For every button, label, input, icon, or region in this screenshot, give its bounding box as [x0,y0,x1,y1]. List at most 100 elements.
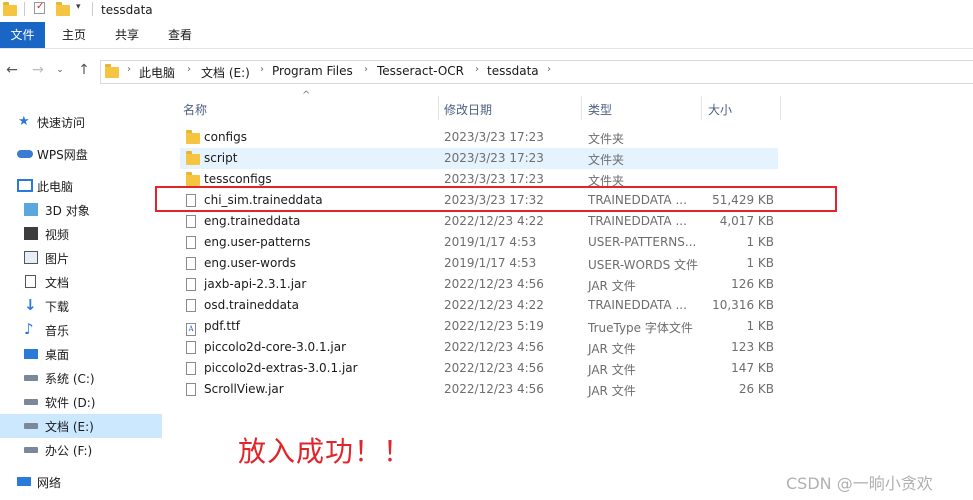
column-divider[interactable] [581,96,582,120]
file-type: JAR 文件 [588,363,636,377]
sidebar-item-network[interactable]: 网络 [0,470,162,494]
sidebar-item-drive-e[interactable]: 文档 (E:) [0,414,162,438]
breadcrumb-separator-icon[interactable]: › [127,64,131,75]
folder-icon [186,151,200,166]
file-type: JAR 文件 [588,342,636,356]
download-icon: ↓ [24,296,37,314]
sidebar-item-label: 办公 (F:) [45,444,93,458]
sidebar-item-label: 图片 [45,252,70,266]
tab-view[interactable]: 查看 [160,22,200,48]
sidebar-item-videos[interactable]: 视频 [0,222,162,246]
file-row[interactable]: eng.user-words 2019/1/17 4:53 USER-WORDS… [180,253,778,274]
file-row[interactable]: eng.traineddata 2022/12/23 4:22 TRAINEDD… [180,211,778,232]
column-header-name[interactable]: 名称 [183,100,207,120]
file-row[interactable]: ScrollView.jar 2022/12/23 4:56 JAR 文件 26… [180,379,778,400]
breadcrumb-separator-icon[interactable]: › [364,64,368,75]
breadcrumb-tessdata[interactable]: tessdata [487,64,539,78]
up-arrow-icon[interactable]: ↑ [76,62,92,78]
file-type: USER-WORDS 文件 [588,258,698,272]
column-header-date[interactable]: 修改日期 [444,100,492,120]
sidebar-item-wps-drive[interactable]: WPS网盘 [0,142,162,166]
properties-icon[interactable]: ✓ [34,1,45,14]
sidebar-item-desktop[interactable]: 桌面 [0,342,162,366]
breadcrumb-this-pc[interactable]: 此电脑 [139,64,175,81]
file-row[interactable]: jaxb-api-2.3.1.jar 2022/12/23 4:56 JAR 文… [180,274,778,295]
file-row[interactable]: script 2023/3/23 17:23 文件夹 [180,148,778,169]
column-divider[interactable] [701,96,702,120]
divider [92,2,93,16]
file-date: 2023/3/23 17:23 [444,151,544,165]
file-name: eng.user-words [204,256,296,270]
computer-icon [17,179,33,192]
breadcrumb-separator-icon[interactable]: › [475,64,479,75]
sidebar-item-label: 桌面 [45,348,70,362]
sidebar-item-drive-d[interactable]: 软件 (D:) [0,390,162,414]
file-name: configs [204,130,247,144]
breadcrumb-drive-e[interactable]: 文档 (E:) [201,64,250,81]
new-folder-icon[interactable] [56,2,70,16]
watermark: CSDN @一晌小贪欢 [786,474,933,493]
file-date: 2023/3/23 17:23 [444,172,544,186]
file-icon [186,299,196,315]
file-type: 文件夹 [588,153,625,167]
file-row[interactable]: eng.user-patterns 2019/1/17 4:53 USER-PA… [180,232,778,253]
sidebar-item-label: WPS网盘 [37,148,88,162]
sidebar-item-3d-objects[interactable]: 3D 对象 [0,198,162,222]
tab-file[interactable]: 文件 [0,22,45,48]
sidebar-item-drive-c[interactable]: 系统 (C:) [0,366,162,390]
sidebar-item-label: 文档 (E:) [45,420,94,434]
file-type: 文件夹 [588,132,625,146]
tab-share[interactable]: 共享 [107,22,147,48]
back-arrow-icon[interactable]: ← [4,62,20,78]
recent-locations-chevron-icon[interactable]: ⌄ [52,62,68,78]
column-header-type[interactable]: 类型 [588,100,612,120]
sidebar-item-music[interactable]: ♪ 音乐 [0,318,162,342]
music-icon: ♪ [24,320,34,338]
column-divider[interactable] [438,96,439,120]
customize-toolbar-icon[interactable]: ▾ [76,2,81,12]
file-row[interactable]: A pdf.ttf 2022/12/23 5:19 TrueType 字体文件 … [180,316,778,337]
breadcrumb-separator-icon[interactable]: › [547,64,551,75]
column-header-size[interactable]: 大小 [708,100,732,120]
sidebar-item-label: 下载 [45,300,70,314]
file-name: tessconfigs [204,172,272,186]
font-file-icon: A [186,320,196,336]
file-row[interactable]: piccolo2d-extras-3.0.1.jar 2022/12/23 4:… [180,358,778,379]
file-icon [186,341,196,357]
file-date: 2019/1/17 4:53 [444,235,537,249]
breadcrumb-tesseract-ocr[interactable]: Tesseract-OCR [377,64,464,78]
file-date: 2022/12/23 4:56 [444,361,544,375]
address-bar[interactable]: › 此电脑 › 文档 (E:) › Program Files › Tesser… [100,60,973,84]
sidebar-item-drive-f[interactable]: 办公 (F:) [0,438,162,462]
sidebar-item-downloads[interactable]: ↓ 下载 [0,294,162,318]
sidebar-item-quick-access[interactable]: ★ 快速访问 [0,110,162,134]
file-date: 2019/1/17 4:53 [444,256,537,270]
document-icon [25,275,36,288]
success-annotation: 放入成功！！ [238,435,413,468]
file-type: JAR 文件 [588,279,636,293]
cloud-icon [17,150,33,158]
sidebar-item-label: 音乐 [45,324,70,338]
file-type: TRAINEDDATA ... [588,298,687,312]
forward-arrow-icon[interactable]: → [30,62,46,78]
sidebar-item-label: 软件 (D:) [45,396,96,410]
column-divider[interactable] [780,96,781,120]
breadcrumb-separator-icon[interactable]: › [260,64,264,75]
file-row[interactable]: osd.traineddata 2022/12/23 4:22 TRAINEDD… [180,295,778,316]
file-icon [186,278,196,294]
sidebar-item-documents[interactable]: 文档 [0,270,162,294]
drive-icon [24,375,38,381]
sidebar-item-label: 文档 [45,276,70,290]
drive-icon [24,423,38,429]
ribbon-tabs: 文件 主页 共享 查看 [0,22,973,49]
file-row[interactable]: configs 2023/3/23 17:23 文件夹 [180,127,778,148]
tab-home[interactable]: 主页 [54,22,94,48]
file-date: 2022/12/23 4:56 [444,382,544,396]
file-row[interactable]: piccolo2d-core-3.0.1.jar 2022/12/23 4:56… [180,337,778,358]
folder-icon [186,130,200,145]
sidebar-item-pictures[interactable]: 图片 [0,246,162,270]
breadcrumb-program-files[interactable]: Program Files [272,64,353,78]
sidebar-item-this-pc[interactable]: 此电脑 [0,174,162,198]
file-date: 2022/12/23 4:56 [444,277,544,291]
breadcrumb-separator-icon[interactable]: › [187,64,191,75]
